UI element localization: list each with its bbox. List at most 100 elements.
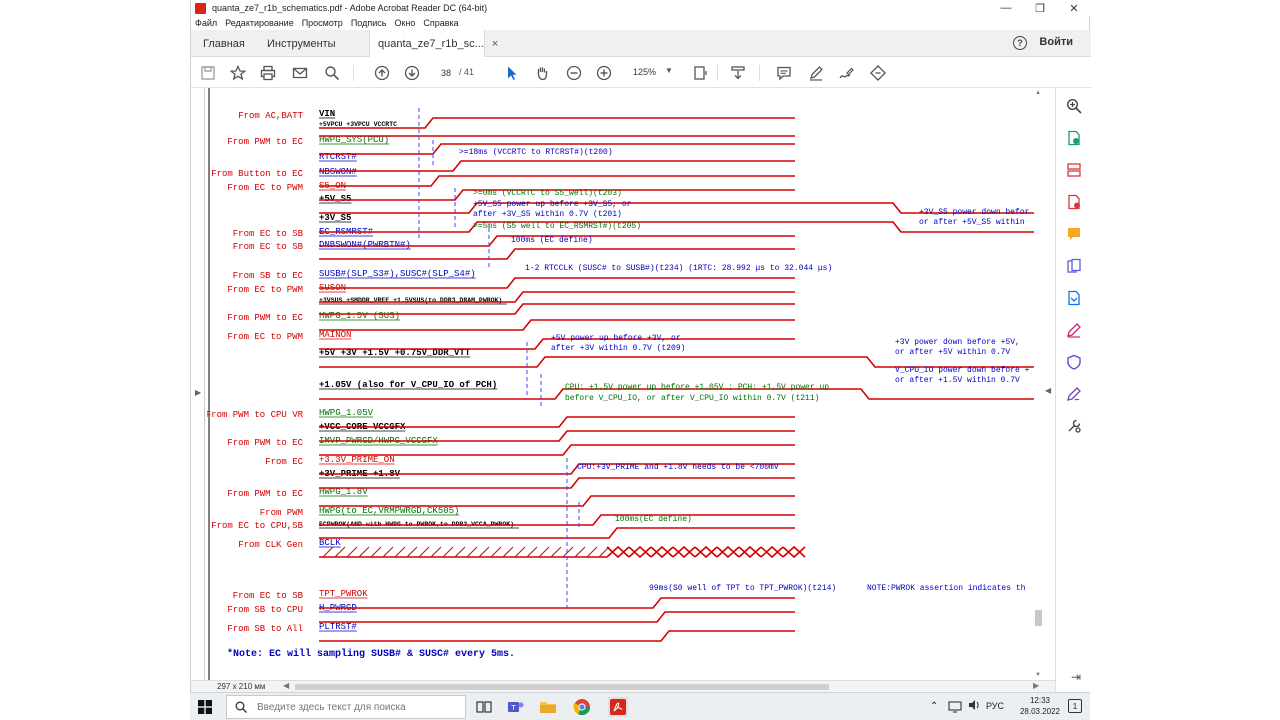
signal-source-label: From SB to CPU: [227, 605, 303, 615]
signal-name-label: +3V_S5: [319, 213, 351, 223]
save-icon[interactable]: [199, 64, 217, 82]
signal-source-label: From EC to CPU,SB: [211, 521, 303, 531]
create-pdf-icon[interactable]: [1066, 194, 1082, 210]
volume-icon[interactable]: [968, 699, 982, 713]
exit-panel-icon[interactable]: ⇥: [1071, 670, 1081, 684]
menu-sign[interactable]: Подпись: [351, 18, 387, 28]
request-signature-icon[interactable]: [1066, 386, 1082, 402]
more-tools-wrench-icon[interactable]: [1066, 418, 1082, 434]
signal-name-label: +1.05V (also for V_CPU_IO of PCH): [319, 380, 497, 390]
timing-annotation: +5V_S5 power up before +3V_S5, or: [473, 200, 632, 209]
help-icon[interactable]: ?: [1013, 36, 1027, 50]
page-number-input[interactable]: [435, 65, 457, 80]
tab-home[interactable]: Главная: [203, 30, 245, 57]
zoom-dropdown-icon[interactable]: ▼: [665, 66, 673, 75]
signal-source-label: From PWM to EC: [227, 489, 303, 499]
hand-tool-icon[interactable]: [533, 64, 551, 82]
menu-help[interactable]: Справка: [423, 18, 458, 28]
search-document-icon[interactable]: [323, 64, 341, 82]
signal-name-label: TPT_PWROK: [319, 589, 368, 599]
zoom-in-icon[interactable]: [595, 64, 613, 82]
signal-name-label: HWPG(to EC,VRMPWRGD,CK505): [319, 506, 459, 516]
expand-left-pane-icon[interactable]: ▶: [195, 388, 201, 397]
select-cursor-icon[interactable]: [503, 64, 521, 82]
signal-name-label: MAINON: [319, 330, 351, 340]
menu-view[interactable]: Просмотр: [302, 18, 343, 28]
network-icon[interactable]: [948, 701, 962, 715]
signal-source-label: From AC,BATT: [238, 111, 303, 121]
timing-annotation: V_CPU_IO power down before +: [895, 366, 1030, 375]
fit-page-icon[interactable]: [691, 64, 709, 82]
toolbar: / 41 125% ▼: [191, 57, 1091, 88]
timing-annotation: 100ms (EC define): [511, 236, 593, 245]
maximize-button[interactable]: ❐: [1023, 0, 1057, 16]
comment-icon[interactable]: [775, 64, 793, 82]
vertical-scrollbar[interactable]: ▲ ▼: [1034, 88, 1043, 680]
signal-name-label: NBSWON#: [319, 167, 357, 177]
title-bar: quanta_ze7_r1b_schematics.pdf - Adobe Ac…: [191, 0, 1091, 16]
more-tools-icon[interactable]: [869, 64, 887, 82]
email-icon[interactable]: [291, 64, 309, 82]
fill-sign-icon[interactable]: [1066, 322, 1082, 338]
organize-pages-icon[interactable]: [1066, 162, 1082, 178]
windows-start-icon[interactable]: [198, 700, 212, 714]
sign-icon[interactable]: [837, 64, 855, 82]
scroll-mode-icon[interactable]: [729, 64, 747, 82]
bookmark-star-icon[interactable]: [229, 64, 247, 82]
left-navigation-pane[interactable]: [191, 88, 205, 680]
zoom-out-icon[interactable]: [565, 64, 583, 82]
signal-source-label: From PWM to EC: [227, 438, 303, 448]
signal-name-label: PLTRST#: [319, 622, 357, 632]
timing-annotation: CPU:+3V_PRIME and +1.8V needs to be <700…: [577, 463, 779, 472]
combine-files-icon[interactable]: [1066, 258, 1082, 274]
acrobat-taskbar-icon[interactable]: [608, 697, 628, 717]
taskbar-search[interactable]: [226, 695, 466, 719]
comment-tool-icon[interactable]: [1066, 226, 1082, 242]
file-explorer-icon[interactable]: [538, 697, 558, 717]
zoom-tool-icon[interactable]: [1066, 98, 1082, 114]
menu-file[interactable]: Файл: [195, 18, 217, 28]
signal-name-label: SUSB#(SLP_S3#),SUSC#(SLP_S4#): [319, 269, 476, 279]
scroll-thumb[interactable]: [1035, 610, 1042, 626]
signal-source-label: From EC: [265, 457, 303, 467]
close-window-button[interactable]: ✕: [1057, 0, 1091, 16]
chrome-app-icon[interactable]: [572, 697, 592, 717]
tab-document[interactable]: quanta_ze7_r1b_sc... ×: [369, 30, 498, 57]
export-pdf-icon[interactable]: [1066, 130, 1082, 146]
protect-shield-icon[interactable]: [1066, 354, 1082, 370]
tray-expand-icon[interactable]: ⌃: [930, 701, 938, 712]
scroll-down-icon[interactable]: ▼: [1035, 672, 1041, 678]
teams-app-icon[interactable]: T: [506, 697, 526, 717]
scroll-up-icon[interactable]: ▲: [1035, 90, 1041, 96]
print-icon[interactable]: [259, 64, 277, 82]
timing-annotation: 99ms(S0 well of TPT to TPT_PWROK)(t214): [649, 584, 836, 593]
timing-annotation: NOTE:PWROK assertion indicates th: [867, 584, 1026, 593]
horizontal-scroll-thumb[interactable]: [295, 684, 829, 690]
next-page-icon[interactable]: [403, 64, 421, 82]
signin-button[interactable]: Войти: [1039, 36, 1073, 48]
scroll-left-icon[interactable]: ◀: [283, 681, 289, 690]
tab-tools[interactable]: Инструменты: [267, 30, 336, 57]
signal-name-label: +3.3V_PRIME_ON: [319, 455, 395, 465]
acrobat-app-icon: [195, 2, 206, 14]
windows-taskbar: T ⌃ РУС 12:33 28.03.2022 1: [190, 692, 1090, 720]
taskbar-clock[interactable]: 12:33 28.03.2022: [1020, 695, 1060, 717]
zoom-level[interactable]: 125%: [633, 67, 656, 77]
task-view-icon[interactable]: [474, 697, 494, 717]
notifications-icon[interactable]: 1: [1068, 699, 1082, 713]
compress-pdf-icon[interactable]: [1066, 290, 1082, 306]
scroll-right-icon[interactable]: ▶: [1033, 681, 1039, 690]
highlight-pen-icon[interactable]: [807, 64, 825, 82]
svg-text:T: T: [510, 704, 516, 712]
previous-page-icon[interactable]: [373, 64, 391, 82]
language-indicator[interactable]: РУС: [986, 701, 1004, 711]
menu-edit[interactable]: Редактирование: [225, 18, 294, 28]
collapse-right-pane-icon[interactable]: ◀: [1045, 386, 1051, 395]
signal-name-label: +5V_S5: [319, 194, 351, 204]
taskbar-search-input[interactable]: [257, 701, 457, 713]
signal-name-label: HWPG_1.05V: [319, 408, 374, 418]
signal-name-label: HWPG_1.5V (SUS): [319, 311, 400, 321]
close-tab-icon[interactable]: ×: [492, 38, 498, 50]
menu-window[interactable]: Окно: [394, 18, 415, 28]
minimize-button[interactable]: —: [989, 0, 1023, 16]
